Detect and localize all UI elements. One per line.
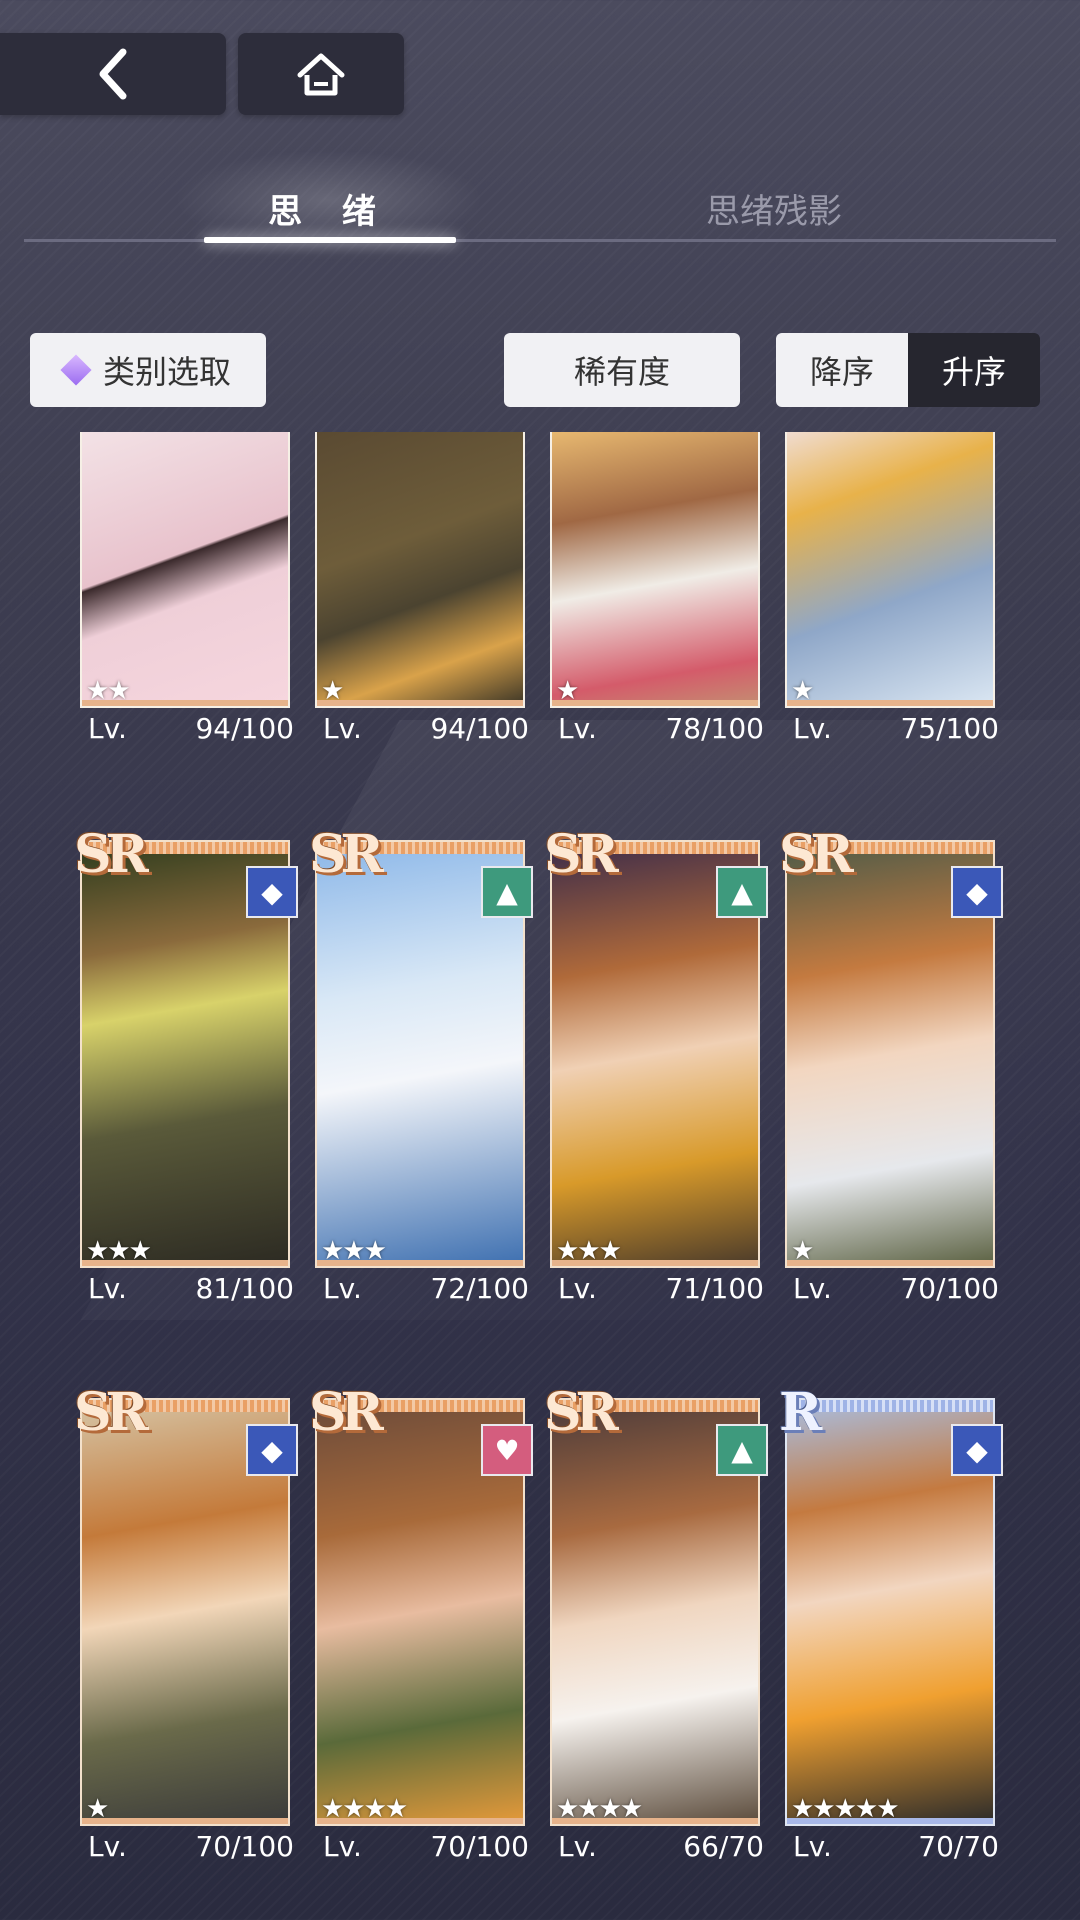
card-artwork bbox=[82, 432, 288, 706]
card-bottom-bar bbox=[317, 1818, 523, 1824]
card-artwork bbox=[317, 432, 523, 706]
level-label: Lv. bbox=[88, 1272, 127, 1305]
level-value: 78/100 bbox=[665, 712, 764, 745]
level-value: 75/100 bbox=[900, 712, 999, 745]
level-value: 70/100 bbox=[430, 1830, 529, 1863]
level-label: Lv. bbox=[558, 1272, 597, 1305]
level-label: Lv. bbox=[323, 1272, 362, 1305]
card-artwork bbox=[787, 432, 993, 706]
rarity-badge: R bbox=[779, 1382, 822, 1443]
triangle-attribute-icon: ▲ bbox=[716, 1424, 768, 1476]
card-grid: ★★ Lv. 94/100 ★ Lv. 94/100 ★ Lv. 78/100 ★ Lv. 75/10… bbox=[0, 0, 1080, 1920]
card-bottom-bar bbox=[82, 1818, 288, 1824]
diamond-attribute-icon: ◆ bbox=[246, 1424, 298, 1476]
level-label: Lv. bbox=[793, 712, 832, 745]
level-value: 72/100 bbox=[430, 1272, 529, 1305]
level-label: Lv. bbox=[793, 1272, 832, 1305]
level-value: 94/100 bbox=[195, 712, 294, 745]
card-artwork bbox=[552, 432, 758, 706]
card-bottom-bar bbox=[552, 1818, 758, 1824]
card-frame: ★ bbox=[315, 432, 525, 708]
level-label: Lv. bbox=[558, 712, 597, 745]
card-frame: ★ bbox=[550, 432, 760, 708]
card-bottom-bar bbox=[787, 1260, 993, 1266]
diamond-attribute-icon: ◆ bbox=[951, 1424, 1003, 1476]
level-label: Lv. bbox=[323, 712, 362, 745]
level-value: 70/70 bbox=[918, 1830, 999, 1863]
card-bottom-bar bbox=[317, 1260, 523, 1266]
level-label: Lv. bbox=[323, 1830, 362, 1863]
card-bottom-bar bbox=[82, 700, 288, 706]
card-frame: ★★ bbox=[80, 432, 290, 708]
level-label: Lv. bbox=[558, 1830, 597, 1863]
triangle-attribute-icon: ▲ bbox=[481, 866, 533, 918]
rarity-badge: SR bbox=[544, 1382, 619, 1443]
level-value: 66/70 bbox=[683, 1830, 764, 1863]
level-value: 81/100 bbox=[195, 1272, 294, 1305]
rarity-badge: SR bbox=[309, 1382, 384, 1443]
diamond-attribute-icon: ◆ bbox=[951, 866, 1003, 918]
level-value: 70/100 bbox=[900, 1272, 999, 1305]
rarity-badge: SR bbox=[544, 824, 619, 885]
level-value: 70/100 bbox=[195, 1830, 294, 1863]
card-bottom-bar bbox=[787, 1818, 993, 1824]
card-top-bar bbox=[787, 1400, 993, 1412]
card-bottom-bar bbox=[317, 700, 523, 706]
level-value: 71/100 bbox=[665, 1272, 764, 1305]
level-label: Lv. bbox=[793, 1830, 832, 1863]
rarity-badge: SR bbox=[309, 824, 384, 885]
rarity-badge: SR bbox=[779, 824, 854, 885]
card-frame: ★ bbox=[785, 432, 995, 708]
level-label: Lv. bbox=[88, 1830, 127, 1863]
card-bottom-bar bbox=[552, 700, 758, 706]
rarity-badge: SR bbox=[74, 824, 149, 885]
card-bottom-bar bbox=[552, 1260, 758, 1266]
heart-attribute-icon: ♥ bbox=[481, 1424, 533, 1476]
card-bottom-bar bbox=[82, 1260, 288, 1266]
level-value: 94/100 bbox=[430, 712, 529, 745]
level-label: Lv. bbox=[88, 712, 127, 745]
card-bottom-bar bbox=[787, 700, 993, 706]
triangle-attribute-icon: ▲ bbox=[716, 866, 768, 918]
diamond-attribute-icon: ◆ bbox=[246, 866, 298, 918]
rarity-badge: SR bbox=[74, 1382, 149, 1443]
